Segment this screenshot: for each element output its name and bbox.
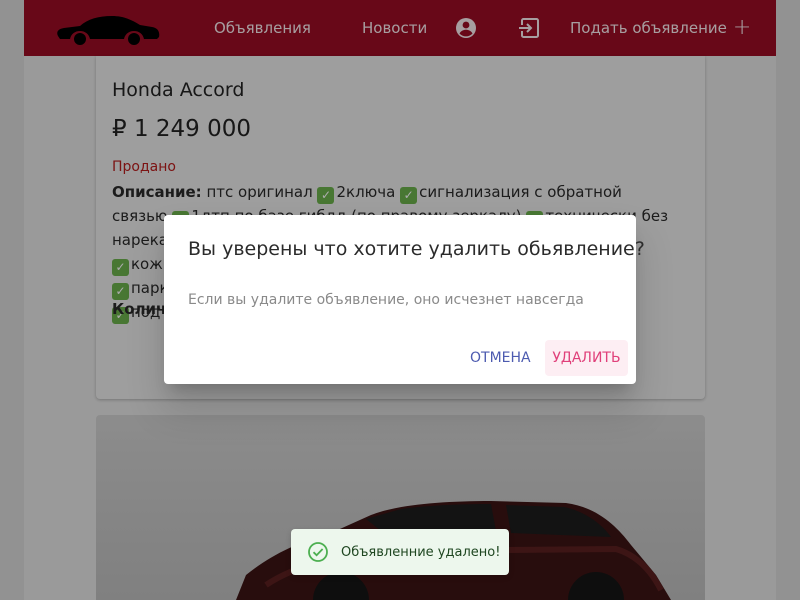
delete-confirm-dialog: Вы уверены что хотите удалить обьявление… — [164, 215, 645, 384]
success-toast: Объявленние удалено! — [291, 529, 509, 575]
cancel-button[interactable]: ОТМЕНА — [460, 340, 541, 376]
dialog-message: Если вы удалите объявление, оно исчезнет… — [188, 292, 584, 308]
delete-button[interactable]: УДАЛИТЬ — [545, 340, 628, 376]
toast-message: Объявленние удалено! — [341, 544, 501, 560]
check-circle-icon — [308, 542, 328, 562]
dialog-title: Вы уверены что хотите удалить обьявление… — [188, 238, 645, 260]
